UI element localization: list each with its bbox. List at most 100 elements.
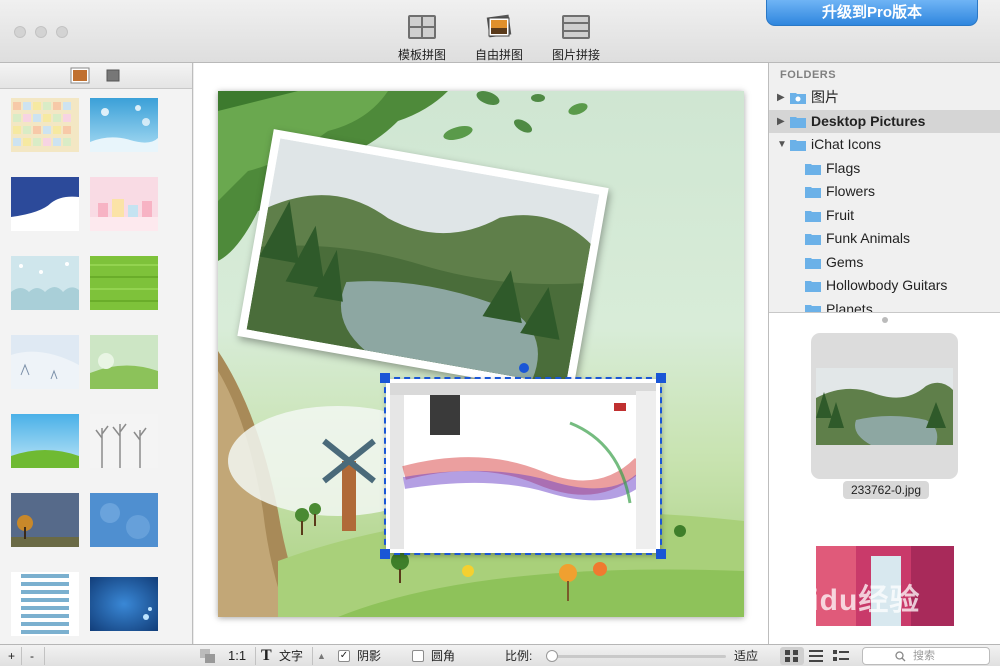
scale-slider-knob[interactable] — [546, 650, 558, 662]
folder-label: Flags — [826, 160, 861, 176]
resize-handle-bottom-right[interactable] — [656, 549, 666, 559]
template-collage-label: 模板拼图 — [397, 48, 446, 62]
collage-canvas[interactable] — [218, 91, 744, 617]
shadow-checkbox[interactable]: ✓ — [338, 650, 350, 662]
layer-order-icon[interactable] — [199, 648, 217, 664]
template-thumbnail[interactable] — [90, 256, 158, 310]
template-thumbnail[interactable] — [90, 577, 158, 631]
search-icon — [895, 651, 906, 662]
folder-item-funk-animals[interactable]: Funk Animals — [769, 227, 1000, 250]
detail-view-icon[interactable] — [833, 650, 849, 662]
folder-item-hollowbody-guitars[interactable]: Hollowbody Guitars — [769, 274, 1000, 297]
browser-panel: FOLDERS ▶ 图片 ▶ Desktop Pictures ▼ iChat … — [768, 63, 1000, 644]
close-window-button[interactable] — [14, 26, 26, 38]
template-thumbnail[interactable] — [90, 335, 158, 389]
panel-splitter[interactable] — [882, 317, 888, 323]
template-tabs — [0, 63, 192, 89]
round-corner-checkbox[interactable] — [412, 650, 424, 662]
template-thumbnail[interactable] — [90, 177, 158, 231]
folder-label: Funk Animals — [826, 230, 911, 246]
template-thumbnail[interactable] — [11, 335, 79, 389]
folder-item-gems[interactable]: Gems — [769, 251, 1000, 274]
template-thumbnail[interactable] — [11, 98, 79, 152]
folder-label: Hollowbody Guitars — [826, 277, 948, 293]
text-tool-icon[interactable]: T — [261, 645, 272, 666]
search-placeholder: 搜索 — [913, 650, 935, 662]
stitch-rows-icon — [562, 15, 590, 39]
disclosure-right-icon[interactable]: ▶ — [777, 86, 785, 109]
resize-handle-top-left[interactable] — [380, 373, 390, 383]
free-collage-label: 自由拼图 — [474, 48, 523, 62]
watermark-text: Baidu经验 — [770, 584, 921, 617]
folder-label: Planets — [826, 301, 873, 313]
grid-view-button[interactable] — [780, 647, 804, 665]
folder-icon — [790, 140, 806, 151]
folder-item-flowers[interactable]: Flowers — [769, 180, 1000, 203]
zoom-window-button[interactable] — [56, 26, 68, 38]
folders-header: FOLDERS — [780, 69, 837, 81]
folder-tree: FOLDERS ▶ 图片 ▶ Desktop Pictures ▼ iChat … — [769, 63, 1000, 313]
fit-button[interactable]: 适应 — [734, 645, 758, 666]
folder-item-planets[interactable]: Planets — [769, 298, 1000, 313]
rotate-handle[interactable] — [519, 363, 529, 373]
template-thumbnail[interactable] — [90, 414, 158, 468]
color-background-tab-icon[interactable] — [70, 67, 90, 84]
shadow-label: 阴影 — [357, 649, 382, 663]
folder-icon — [805, 187, 821, 198]
text-tool-button[interactable]: 文字 — [279, 645, 303, 666]
template-thumbnail[interactable] — [11, 414, 79, 468]
folder-item-pictures[interactable]: ▶ 图片 — [769, 86, 1000, 109]
round-corner-label: 圆角 — [431, 649, 456, 663]
folder-item-fruit[interactable]: Fruit — [769, 204, 1000, 227]
folder-icon — [805, 234, 821, 245]
template-thumbnail[interactable] — [11, 177, 79, 231]
list-view-icon[interactable] — [809, 650, 823, 662]
collage-workspace — [194, 63, 768, 644]
divider — [21, 647, 22, 665]
template-thumbnail[interactable] — [90, 98, 158, 152]
pictures-folder-icon — [790, 93, 806, 104]
bottom-toolbar: + - 1:1 T 文字 ▲ ✓ 阴影 圆角 比例: 适应 搜索 — [0, 644, 1000, 666]
ratio-1-1-button[interactable]: 1:1 — [228, 645, 246, 666]
divider — [44, 647, 45, 665]
template-thumbnail[interactable] — [11, 493, 79, 547]
scale-label: 比例: — [505, 649, 533, 663]
divider — [255, 647, 256, 665]
search-field[interactable]: 搜索 — [862, 647, 990, 665]
photo-stitch-button[interactable]: 图片拼接 — [544, 14, 608, 63]
folder-item-desktop-pictures[interactable]: ▶ Desktop Pictures — [769, 110, 1000, 133]
folder-item-ichat-icons[interactable]: ▼ iChat Icons — [769, 133, 1000, 156]
toolbar: 模板拼图 自由拼图 图片拼接 升级到Pro版本 — [0, 0, 1000, 63]
template-collage-button[interactable]: 模板拼图 — [390, 14, 454, 63]
resize-handle-top-right[interactable] — [656, 373, 666, 383]
grid-layout-icon — [408, 15, 436, 39]
add-template-button[interactable]: + — [8, 645, 15, 666]
free-collage-button[interactable]: 自由拼图 — [467, 14, 531, 63]
template-thumbnail[interactable] — [11, 256, 79, 310]
minimize-window-button[interactable] — [35, 26, 47, 38]
folder-label: Flowers — [826, 183, 876, 199]
photo-stack-icon — [486, 14, 512, 38]
remove-template-button[interactable]: - — [30, 645, 34, 666]
template-thumbnail[interactable] — [90, 493, 158, 547]
folder-item-flags[interactable]: Flags — [769, 157, 1000, 180]
folder-label: Desktop Pictures — [811, 113, 926, 129]
disclosure-down-icon[interactable]: ▼ — [777, 133, 787, 156]
folder-icon — [790, 117, 806, 128]
plain-background-tab-icon[interactable] — [103, 67, 123, 84]
folder-label: Fruit — [826, 207, 854, 223]
folder-icon — [805, 281, 821, 292]
scale-slider-track[interactable] — [549, 655, 726, 658]
folder-icon — [805, 164, 821, 175]
lake-thumbnail-image — [816, 368, 953, 445]
disclosure-right-icon[interactable]: ▶ — [777, 110, 785, 133]
template-panel — [0, 63, 193, 644]
template-thumbnail[interactable] — [11, 572, 79, 636]
folder-icon — [805, 211, 821, 222]
upgrade-pro-button[interactable]: 升级到Pro版本 — [766, 0, 978, 26]
folder-label: Gems — [826, 254, 864, 270]
selection-frame[interactable] — [384, 377, 662, 555]
image-card-selected[interactable] — [811, 333, 958, 479]
triangle-up-icon[interactable]: ▲ — [317, 645, 326, 666]
resize-handle-bottom-left[interactable] — [380, 549, 390, 559]
